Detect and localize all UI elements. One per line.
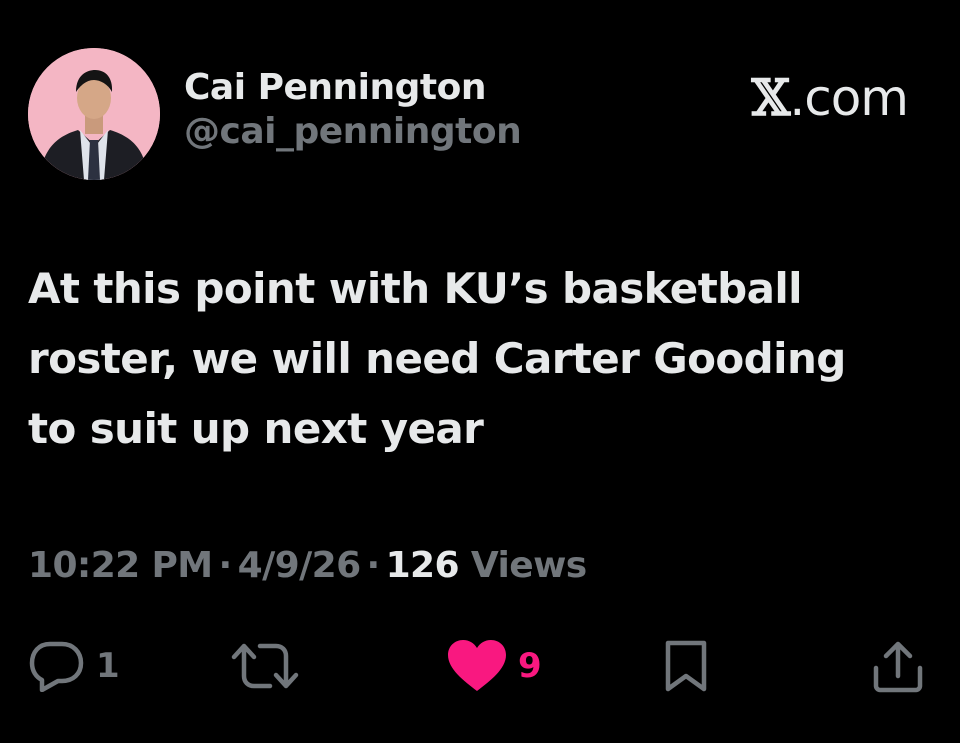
repost-button[interactable] <box>230 636 310 696</box>
tweet-text-line: At this point with KU’s basketball <box>28 264 803 313</box>
bookmark-icon <box>665 640 707 692</box>
reply-count: 1 <box>96 646 120 686</box>
profile-photo-icon <box>28 48 160 180</box>
reply-icon <box>29 641 84 692</box>
tweet-card: Cai Pennington @cai_pennington 𝕏.com At … <box>0 0 960 743</box>
share-button[interactable] <box>870 636 926 696</box>
reply-button[interactable]: 1 <box>28 636 120 696</box>
bookmark-button[interactable] <box>660 636 712 696</box>
views-count: 126 <box>385 545 460 586</box>
tweet-date[interactable]: 4/9/26 <box>238 545 362 586</box>
meta-separator: · <box>366 545 381 586</box>
display-name[interactable]: Cai Pennington <box>184 66 521 110</box>
tweet-text-line: to suit up next year <box>28 404 484 453</box>
author-block: Cai Pennington @cai_pennington <box>184 66 522 154</box>
tweet-meta: 10:22 PM · 4/9/26 · 126 Views <box>28 542 587 590</box>
x-logo-icon: 𝕏 <box>751 68 791 127</box>
brand-domain: .com <box>789 69 909 127</box>
heart-icon <box>448 640 506 691</box>
action-bar: 1 9 <box>0 636 960 696</box>
tweet-time[interactable]: 10:22 PM <box>28 545 213 586</box>
views-label: Views <box>470 545 587 586</box>
tweet-text: At this point with KU’s basketball roste… <box>28 254 928 464</box>
like-button[interactable]: 9 <box>446 636 542 696</box>
share-icon <box>873 641 923 693</box>
meta-separator: · <box>218 545 233 586</box>
tweet-text-line: roster, we will need Carter Gooding <box>28 334 846 383</box>
like-count: 9 <box>518 646 542 686</box>
repost-icon <box>231 643 299 689</box>
avatar[interactable] <box>28 48 160 180</box>
brand-logo: 𝕏.com <box>751 68 909 127</box>
user-handle[interactable]: @cai_pennington <box>184 110 522 154</box>
